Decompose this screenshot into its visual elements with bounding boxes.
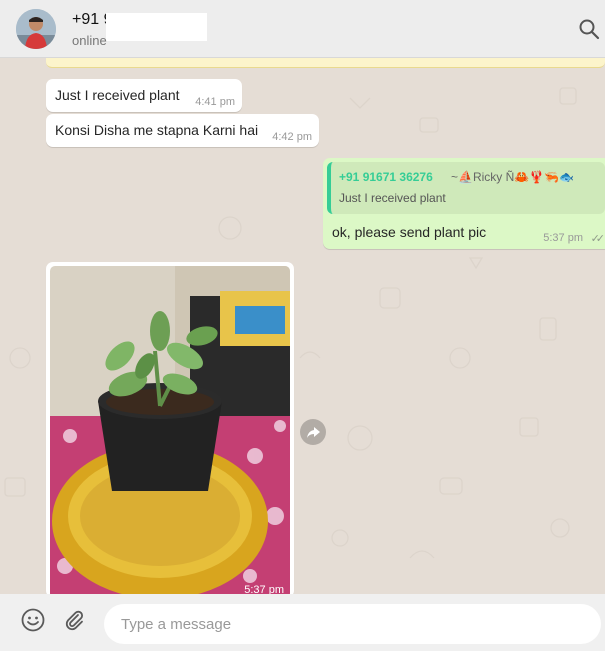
plant-photo[interactable]: 5:37 pm (50, 266, 290, 594)
chat-header: +91 9 online (0, 0, 605, 58)
message-time: 4:42 pm (272, 131, 312, 143)
message-input[interactable] (104, 604, 601, 644)
contact-status: online (72, 33, 107, 48)
message-time: 4:41 pm (195, 96, 235, 108)
search-icon[interactable] (578, 18, 600, 40)
message-time: 5:37 pm (543, 232, 583, 244)
quote-author: ~⛵Ricky Ñ🦀🦞🦐🐟 (451, 170, 575, 184)
incoming-image-message[interactable]: 5:37 pm (46, 262, 294, 594)
message-text: Konsi Disha me stapna Karni hai (55, 122, 259, 138)
contact-avatar[interactable] (16, 9, 56, 49)
read-receipt-icon: ✓✓ (590, 233, 605, 245)
incoming-message[interactable]: Konsi Disha me stapna Karni hai 4:42 pm (46, 114, 319, 147)
outgoing-message[interactable]: +91 91671 36276 ~⛵Ricky Ñ🦀🦞🦐🐟 Just I rec… (323, 158, 605, 249)
paperclip-icon[interactable] (62, 608, 86, 632)
plant-pot-image (50, 266, 290, 594)
quote-sender: +91 91671 36276 (339, 170, 433, 184)
message-text: Just I received plant (55, 87, 180, 103)
incoming-message[interactable]: Just I received plant 4:41 pm (46, 79, 242, 112)
compose-bar (0, 594, 605, 651)
avatar-person-icon (16, 9, 56, 49)
forward-button[interactable] (300, 419, 326, 445)
message-time: 5:37 pm (244, 584, 284, 594)
smiley-icon[interactable] (21, 608, 45, 632)
message-text: ok, please send plant pic (332, 224, 487, 240)
quoted-message[interactable]: +91 91671 36276 ~⛵Ricky Ñ🦀🦞🦐🐟 Just I rec… (327, 162, 605, 214)
redaction-box (106, 13, 207, 41)
quote-text: Just I received plant (339, 191, 446, 205)
chat-pane[interactable]: Just I received plant 4:41 pm Konsi Dish… (0, 58, 605, 594)
previous-message-edge (46, 58, 605, 68)
forward-arrow-icon (307, 427, 320, 438)
